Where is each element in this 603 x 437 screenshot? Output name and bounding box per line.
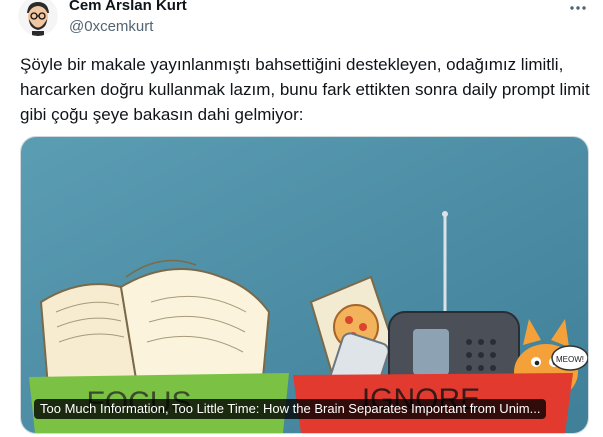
author-handle[interactable]: @0xcemkurt: [69, 18, 153, 35]
author-display-name[interactable]: Cem Arslan Kurt: [69, 0, 187, 14]
meow-label: MEOW!: [556, 355, 584, 364]
card-title[interactable]: Too Much Information, Too Little Time: H…: [34, 399, 547, 419]
tweet-text: Şöyle bir makale yayınlanmıştı bahsettiğ…: [20, 55, 595, 124]
card-illustration: FOCUS: [21, 137, 588, 433]
author-avatar[interactable]: [18, 0, 58, 36]
meow-speech-bubble: MEOW!: [551, 345, 588, 371]
more-options-icon: [570, 6, 586, 10]
link-preview-card[interactable]: FOCUS: [20, 136, 589, 434]
cartoon-avatar-icon: [18, 0, 58, 36]
more-options-button[interactable]: [566, 0, 590, 16]
